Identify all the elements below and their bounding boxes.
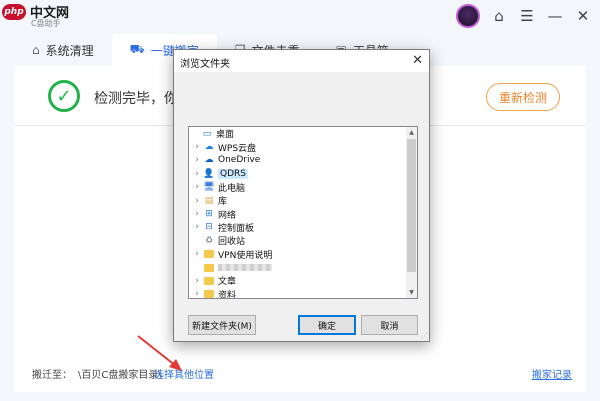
tree-item[interactable]: › ⊟ 控制面板 [189, 221, 407, 234]
chevron-right-icon[interactable]: › [191, 142, 203, 152]
folder-icon [203, 249, 215, 259]
recheck-button[interactable]: 重新检测 [486, 83, 560, 111]
folder-tree-list: ▭ 桌面 › ☁ WPS云盘 › ☁ OneDrive › 👤 QDRS › 🖥 此电脑 › ▤ 库 › ⊞ 网络 › ⊟… [189, 127, 407, 299]
tree-item-label: 文章 [218, 277, 237, 288]
tree-item-label: 资料 [218, 290, 237, 299]
tree-item-label: 此电脑 [218, 183, 246, 194]
desktop-icon: ▭ [202, 128, 212, 139]
user-icon: 👤 [203, 168, 215, 179]
tree-item[interactable]: › 资料 [189, 288, 407, 299]
dialog-title: 浏览文件夹 [180, 59, 230, 70]
folder-shape [204, 276, 214, 285]
move-target-row: 搬迁至： \百贝C盘搬家目录\ 选择其他位置 搬家记录 [32, 366, 572, 382]
folder-icon [203, 263, 215, 273]
folder-icon [203, 289, 215, 298]
tree-item-label: 回收站 [218, 237, 246, 248]
cloud-icon: ☁ [204, 142, 214, 153]
app-window: php 中文网 C盘助手 ⌂ ☰ — ✕ ⌂ 系统清理 ⛟ 一键搬家 ❐ 文件去… [0, 0, 600, 401]
computer-icon: 🖥 [203, 182, 215, 193]
tree-item[interactable]: › ☁ OneDrive [189, 154, 407, 167]
tree-item-label: 库 [218, 197, 228, 208]
tree-item-label: 网络 [218, 210, 237, 221]
chevron-right-icon[interactable]: › [191, 169, 203, 179]
window-controls: ⌂ ☰ — ✕ [456, 4, 592, 28]
tree-item[interactable]: › VPN使用说明 [189, 248, 407, 261]
tree-item[interactable]: › ☁ WPS云盘 [189, 140, 407, 154]
scroll-up-icon[interactable]: ▲ [406, 127, 417, 138]
network-icon: ⊞ [205, 209, 213, 220]
folder-shape [204, 250, 214, 259]
tree-item[interactable]: › ⊞ 网络 [189, 207, 407, 221]
onedrive-icon: ☁ [204, 155, 214, 166]
home-icon: ⌂ [32, 43, 40, 57]
move-label: 搬迁至： [32, 370, 72, 381]
new-folder-button[interactable]: 新建文件夹(M) [188, 315, 256, 335]
browse-folder-dialog: 浏览文件夹 ✕ ▭ 桌面 › ☁ WPS云盘 › ☁ OneDrive › 👤 QDRS › 🖥 此电脑 ›… [173, 49, 430, 342]
folder-tree[interactable]: ▭ 桌面 › ☁ WPS云盘 › ☁ OneDrive › 👤 QDRS › 🖥 此电脑 › ▤ 库 › ⊞ 网络 › ⊟… [188, 126, 418, 299]
tree-item-label: VPN使用说明 [218, 250, 273, 261]
title-bar: php 中文网 C盘助手 ⌂ ☰ — ✕ [0, 0, 600, 34]
move-history-link[interactable]: 搬家记录 [532, 366, 572, 381]
tree-scrollbar[interactable]: ▲ ▼ [406, 127, 417, 298]
tab-label: 系统清理 [45, 43, 94, 58]
check-icon: ✓ [48, 80, 80, 112]
tree-item[interactable] [189, 261, 407, 274]
folder-icon [203, 276, 215, 286]
tree-item[interactable]: ▭ 桌面 [189, 127, 407, 141]
chevron-right-icon[interactable]: › [191, 249, 203, 259]
tab-system-clean[interactable]: ⌂ 系统清理 [14, 34, 112, 66]
tree-item[interactable]: › 🖥 此电脑 [189, 181, 407, 194]
scrollbar-thumb[interactable] [407, 139, 416, 272]
blurred-label [218, 264, 272, 272]
chevron-right-icon[interactable]: › [191, 209, 203, 219]
cancel-button[interactable]: 取消 [361, 315, 418, 335]
tree-item-label: QDRS [218, 168, 248, 179]
dialog-title-bar: 浏览文件夹 ✕ [174, 50, 429, 72]
folder-shape [204, 290, 214, 298]
chevron-right-icon[interactable]: › [191, 289, 203, 298]
close-icon[interactable]: ✕ [574, 7, 592, 25]
tree-item-label: 控制面板 [218, 223, 255, 234]
tree-item[interactable]: › ▤ 库 [189, 194, 407, 208]
menu-icon[interactable]: ☰ [518, 7, 536, 25]
tree-item[interactable]: › 文章 [189, 274, 407, 288]
scroll-down-icon[interactable]: ▼ [406, 287, 417, 298]
recycle-bin-icon: ♻ [204, 235, 214, 246]
folder-shape [204, 263, 214, 272]
tree-item-label: WPS云盘 [218, 143, 257, 154]
chevron-right-icon[interactable]: › [191, 276, 203, 286]
minimize-icon[interactable]: — [546, 7, 564, 25]
home-icon[interactable]: ⌂ [490, 7, 508, 25]
resize-grip-icon[interactable]: ⋰ [421, 332, 428, 340]
tree-item-label: 桌面 [216, 130, 235, 141]
control-panel-icon: ⊟ [205, 222, 213, 233]
chevron-right-icon[interactable]: › [191, 155, 203, 165]
status-text: 检测完毕，你 [94, 91, 178, 107]
tree-item[interactable]: › 👤 QDRS [189, 167, 407, 180]
ok-button[interactable]: 确定 [298, 315, 356, 335]
app-name: C盘助手 [31, 19, 61, 28]
chevron-right-icon[interactable]: › [191, 182, 203, 192]
truck-icon: ⛟ [129, 42, 145, 56]
tree-item[interactable]: ♻ 回收站 [189, 234, 407, 248]
avatar[interactable] [456, 4, 480, 28]
close-icon[interactable]: ✕ [412, 53, 423, 68]
chevron-right-icon[interactable]: › [191, 196, 203, 206]
chevron-right-icon[interactable]: › [191, 222, 203, 232]
library-icon: ▤ [204, 195, 214, 206]
php-logo: php [2, 3, 26, 20]
tree-item-label: OneDrive [218, 155, 261, 166]
